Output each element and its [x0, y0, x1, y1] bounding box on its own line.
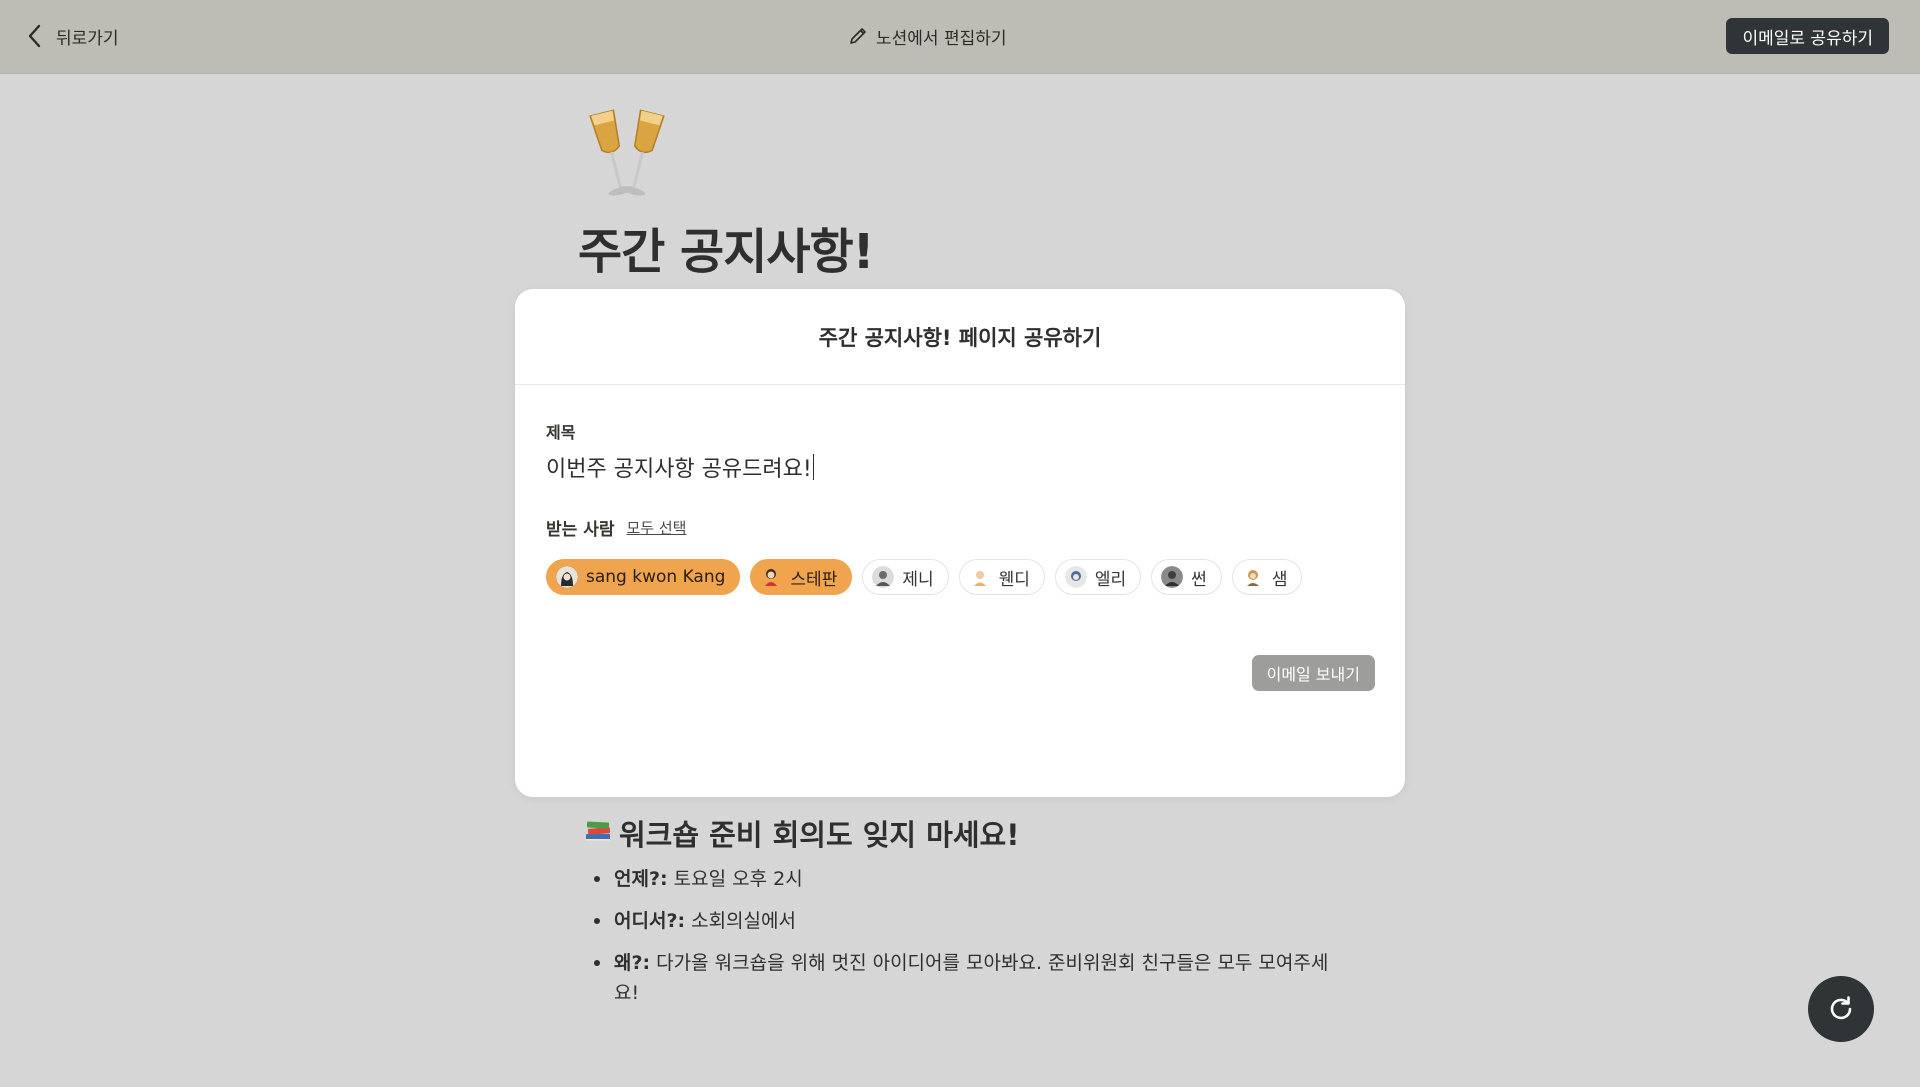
recipient-chip[interactable]: 썬	[1151, 559, 1222, 595]
person-avatar-icon	[1241, 566, 1264, 588]
chevron-left-icon	[28, 24, 41, 48]
send-email-button[interactable]: 이메일 보내기	[1251, 655, 1375, 691]
clinking-glasses-icon	[589, 109, 665, 196]
pencil-icon	[850, 28, 866, 44]
edit-in-notion-link[interactable]: 노션에서 편집하기	[848, 20, 1007, 52]
top-bar: 뒤로가기 노션에서 편집하기 이메일로 공유하기	[0, 0, 1920, 74]
page-icon	[582, 104, 672, 204]
recipient-chip[interactable]: 스테판	[750, 559, 853, 595]
modal-title: 주간 공지사항! 페이지 공유하기	[515, 289, 1405, 385]
list-item-label: 어디서?:	[614, 910, 686, 932]
recipients-header: 받는 사람 모두 선택	[546, 515, 686, 540]
list-item-label: 언제?:	[614, 868, 668, 890]
meeting-details-list: 언제?: 토요일 오후 2시 어디서?: 소회의실에서 왜?: 다가올 워크숍을…	[594, 864, 1334, 1020]
back-button-label: 뒤로가기	[56, 28, 119, 49]
recipient-name: sang kwon Kang	[586, 567, 726, 587]
list-item: 왜?: 다가올 워크숍을 위해 멋진 아이디어를 모아봐요. 준비위원회 친구들…	[594, 948, 1334, 1008]
share-by-email-button[interactable]: 이메일로 공유하기	[1726, 18, 1889, 54]
person-avatar-icon	[1064, 566, 1087, 588]
person-avatar-icon	[1161, 566, 1184, 588]
list-item-text: 다가올 워크숍을 위해 멋진 아이디어를 모아봐요. 준비위원회 친구들은 모두…	[614, 952, 1329, 1004]
share-modal: 주간 공지사항! 페이지 공유하기 제목 이번주 공지사항 공유드려요! 받는 …	[515, 289, 1405, 797]
books-icon	[583, 815, 613, 852]
text-caret	[812, 454, 815, 480]
recipient-chips: sang kwon Kang 스테판 제니 웬디 엘리 썬 샘	[546, 559, 1303, 595]
list-item: 어디서?: 소회의실에서	[594, 906, 1334, 936]
recipient-name: 샘	[1271, 569, 1288, 590]
person-avatar-icon	[556, 566, 578, 588]
recipient-chip[interactable]: 엘리	[1054, 559, 1142, 595]
list-item: 언제?: 토요일 오후 2시	[594, 864, 1334, 894]
recipient-chip[interactable]: 제니	[862, 559, 949, 595]
list-item-text: 토요일 오후 2시	[667, 868, 803, 890]
page-title: 주간 공지사항!	[578, 224, 875, 280]
edit-in-notion-label: 노션에서 편집하기	[876, 28, 1007, 49]
recipient-name: 제니	[902, 569, 934, 590]
recipients-label: 받는 사람	[546, 520, 615, 540]
select-all-link[interactable]: 모두 선택	[626, 517, 686, 538]
recipient-name: 엘리	[1094, 569, 1127, 590]
recipient-chip[interactable]: 샘	[1231, 559, 1303, 595]
subject-input-value: 이번주 공지사항 공유드려요!	[546, 457, 812, 482]
section-heading-text: 워크숍 준비 회의도 잊지 마세요!	[619, 818, 1020, 852]
recipient-name: 웬디	[998, 569, 1030, 590]
subject-input[interactable]: 이번주 공지사항 공유드려요!	[546, 449, 1366, 485]
list-item-text: 소회의실에서	[685, 910, 796, 932]
refresh-button[interactable]	[1808, 976, 1874, 1042]
person-avatar-icon	[872, 566, 895, 588]
recipient-chip[interactable]: 웬디	[958, 559, 1045, 595]
section-heading: 워크숍 준비 회의도 잊지 마세요!	[583, 812, 1019, 854]
recipient-name: 썬	[1191, 569, 1207, 590]
list-item-label: 왜?:	[614, 952, 651, 974]
recipient-chip[interactable]: sang kwon Kang	[546, 559, 741, 595]
refresh-icon	[1830, 996, 1852, 1020]
subject-label: 제목	[546, 423, 576, 442]
person-avatar-icon	[968, 566, 991, 588]
recipient-name: 스테판	[790, 569, 838, 590]
back-button[interactable]: 뒤로가기	[26, 20, 119, 52]
person-avatar-icon	[760, 566, 783, 588]
